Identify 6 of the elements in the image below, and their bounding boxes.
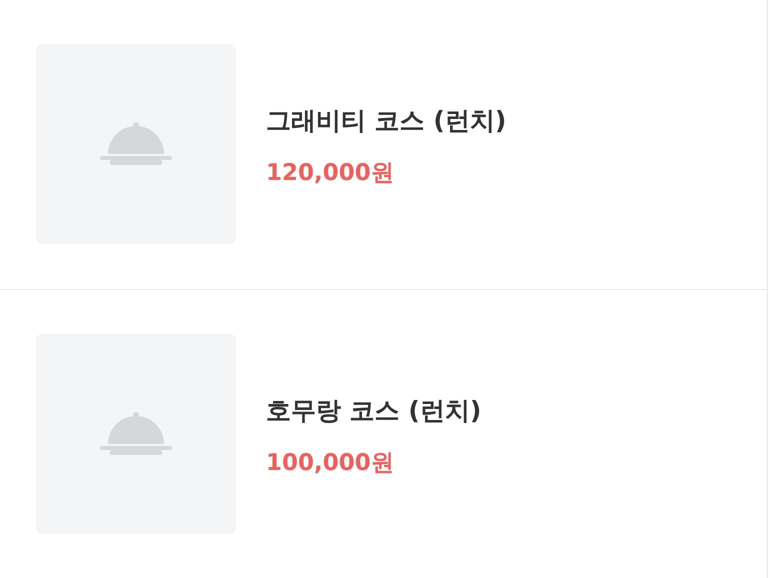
menu-item-price: 120,000원 <box>266 159 395 188</box>
cloche-icon <box>100 122 172 166</box>
menu-item-name: 호무랑 코스 (런치) <box>266 395 482 427</box>
cloche-icon <box>100 412 172 456</box>
menu-item-name: 그래비티 코스 (런치) <box>266 105 506 137</box>
menu-item-price: 100,000원 <box>266 449 395 478</box>
